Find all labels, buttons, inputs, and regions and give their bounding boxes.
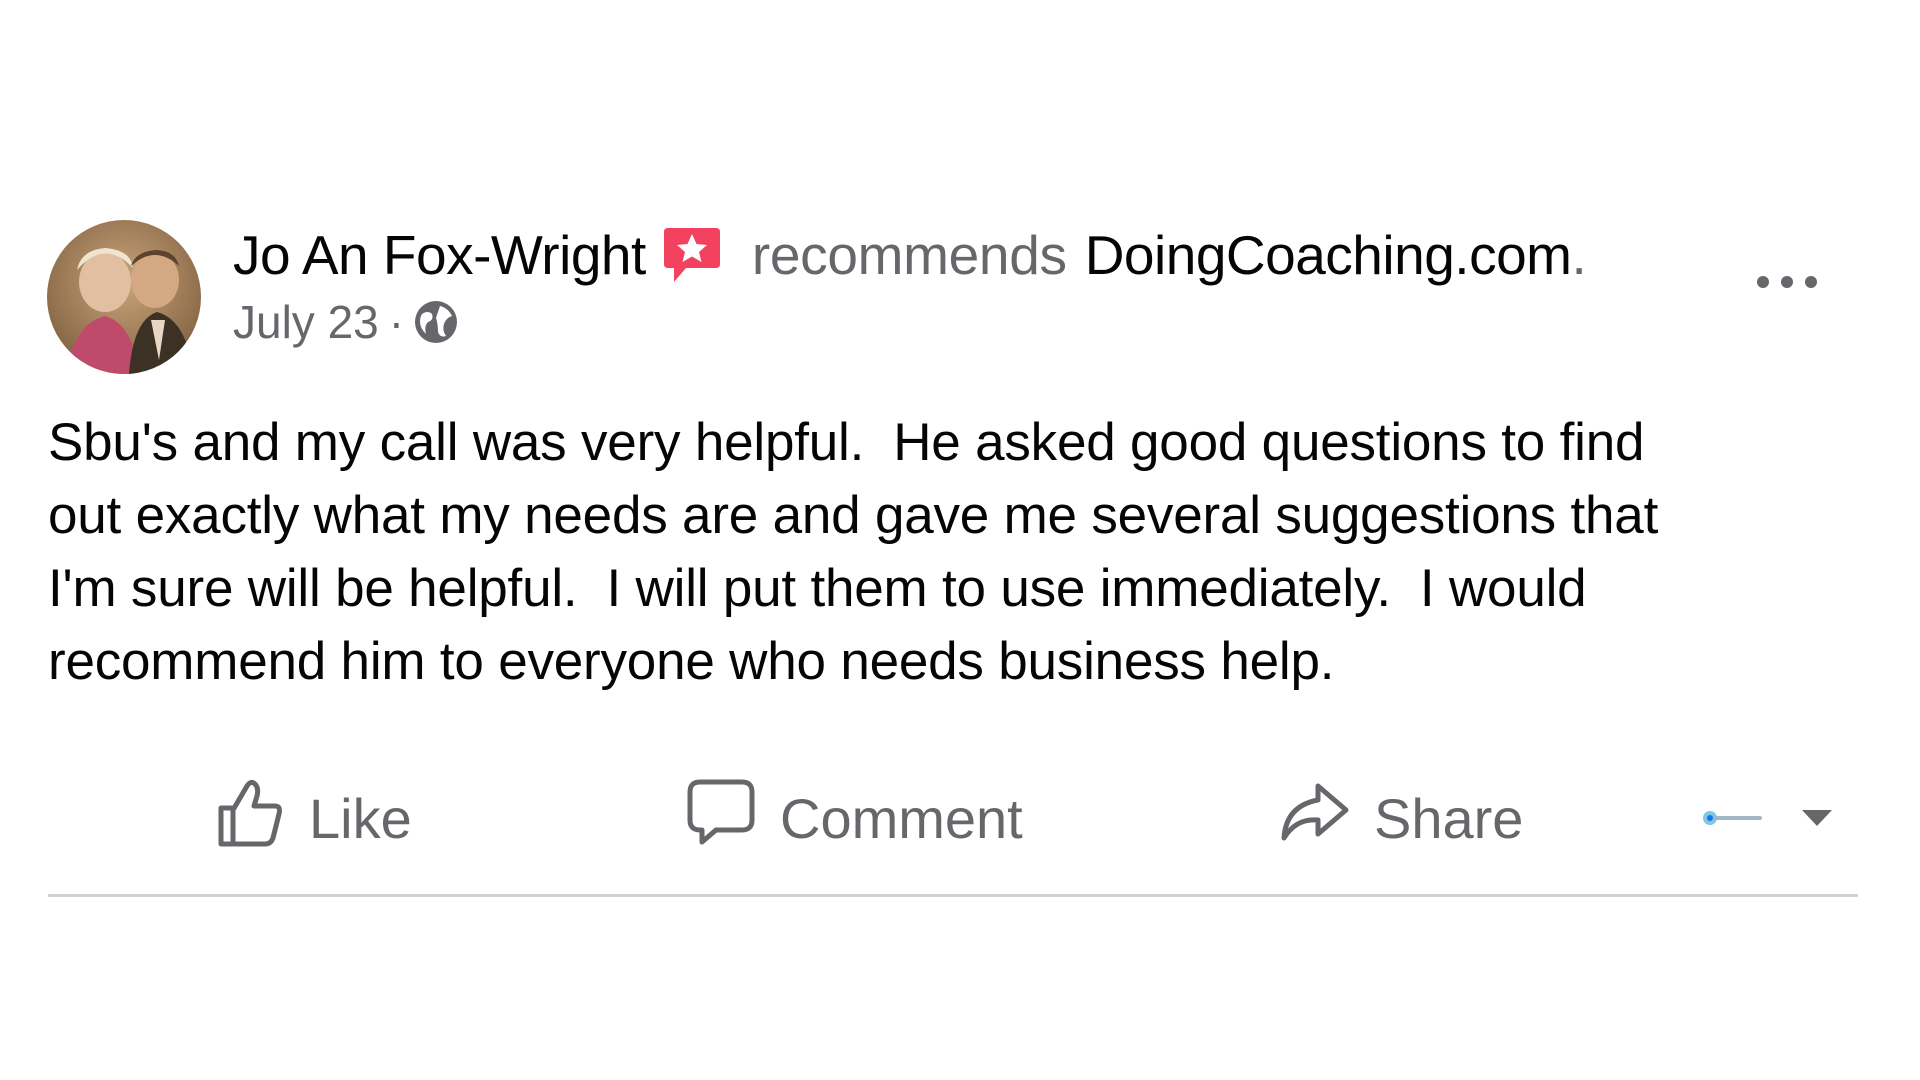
author-name[interactable]: Jo An Fox-Wright [233, 222, 646, 288]
share-label: Share [1374, 786, 1524, 850]
author-avatar[interactable] [47, 220, 201, 374]
post-date[interactable]: July 23 [233, 294, 379, 350]
post-card: Jo An Fox-Wright recommends DoingCoachin… [0, 178, 1920, 898]
post-actions-bar: Like Comment Share [48, 768, 1858, 868]
post-meta: July 23 · [233, 294, 1733, 350]
title-trailing-dot: . [1571, 224, 1587, 286]
caret-down-icon[interactable] [1800, 808, 1834, 828]
globe-icon[interactable] [412, 298, 460, 346]
recommendation-star-icon [662, 224, 722, 286]
like-label: Like [309, 786, 412, 850]
comment-bubble-icon [686, 776, 756, 861]
post-header: Jo An Fox-Wright recommends DoingCoachin… [233, 222, 1733, 350]
actions-divider [48, 894, 1858, 897]
comment-label: Comment [780, 786, 1023, 850]
share-arrow-icon [1278, 780, 1350, 857]
post-body-text: Sbu's and my call was very helpful. He a… [48, 413, 1659, 691]
thumbs-up-icon [215, 776, 285, 861]
post-title-line: Jo An Fox-Wright recommends DoingCoachin… [233, 222, 1733, 288]
share-button[interactable]: Share [1278, 768, 1523, 868]
meta-separator: · [388, 296, 405, 348]
more-options-icon[interactable] [1752, 262, 1822, 302]
recommends-label: recommends [751, 224, 1067, 286]
avatar-photo [47, 220, 201, 374]
recommended-page-link[interactable]: DoingCoaching.com [1085, 222, 1572, 288]
like-button[interactable]: Like [215, 768, 412, 868]
comment-button[interactable]: Comment [686, 768, 1023, 868]
